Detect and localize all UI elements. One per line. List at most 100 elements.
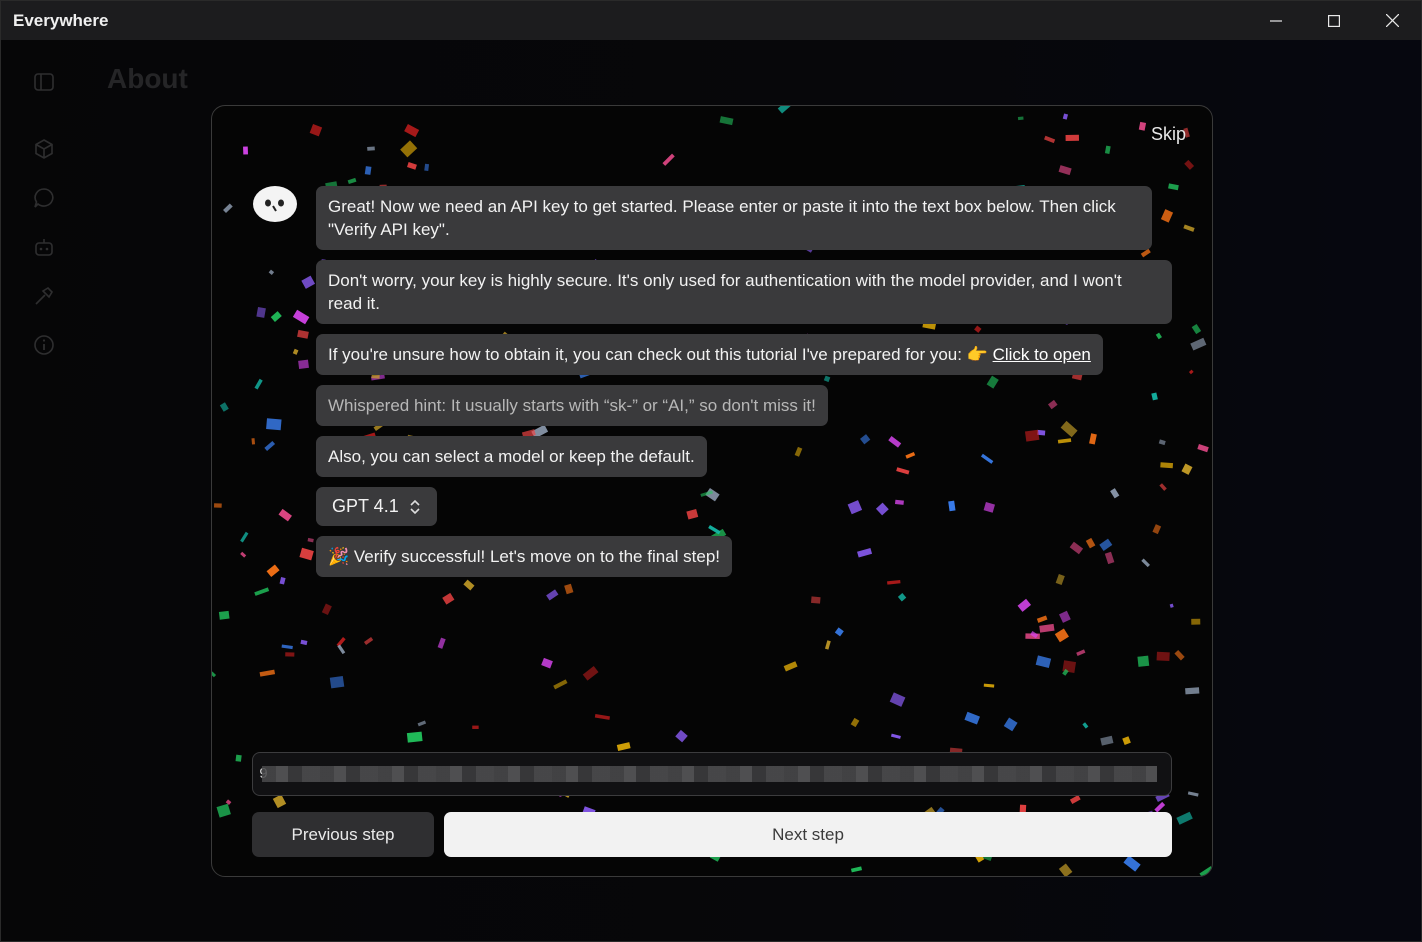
assistant-avatar bbox=[252, 184, 298, 224]
message-bubble: Also, you can select a model or keep the… bbox=[316, 436, 707, 477]
confetti-piece bbox=[783, 661, 798, 672]
confetti-piece bbox=[292, 348, 299, 355]
confetti-piece bbox=[810, 596, 821, 604]
minimize-button[interactable] bbox=[1247, 1, 1305, 40]
confetti-piece bbox=[298, 359, 309, 369]
maximize-icon bbox=[1328, 14, 1340, 27]
confetti-piece bbox=[256, 306, 266, 318]
confetti-piece bbox=[889, 692, 906, 707]
confetti-piece bbox=[472, 725, 479, 729]
confetti-piece bbox=[307, 537, 314, 543]
model-selector[interactable]: GPT 4.1 bbox=[316, 487, 437, 526]
confetti-piece bbox=[1187, 791, 1199, 797]
party-popper-icon: 🎉 bbox=[328, 547, 350, 566]
confetti-piece bbox=[363, 636, 374, 645]
confetti-piece bbox=[254, 378, 263, 390]
app-title: Everywhere bbox=[13, 10, 109, 30]
confetti-piece bbox=[243, 146, 249, 155]
confetti-piece bbox=[1058, 165, 1072, 176]
window-controls bbox=[1247, 1, 1421, 40]
confetti-piece bbox=[442, 592, 455, 605]
api-key-input[interactable]: 9 bbox=[252, 752, 1172, 796]
confetti-piece bbox=[218, 610, 230, 620]
next-step-button[interactable]: Next step bbox=[444, 812, 1172, 857]
minimize-icon bbox=[1270, 19, 1282, 22]
confetti-piece bbox=[1036, 615, 1048, 623]
model-selected-value: GPT 4.1 bbox=[332, 496, 399, 516]
confetti-piece bbox=[240, 531, 249, 543]
message-text: Great! Now we need an API key to get sta… bbox=[328, 197, 1116, 239]
chevron-up-down-icon bbox=[410, 499, 420, 514]
confetti-piece bbox=[240, 551, 247, 558]
message-list: Great! Now we need an API key to get sta… bbox=[316, 186, 1176, 587]
confetti-piece bbox=[278, 508, 292, 522]
confetti-piece bbox=[235, 754, 242, 762]
confetti-piece bbox=[850, 717, 860, 728]
confetti-piece bbox=[270, 311, 282, 322]
confetti-piece bbox=[266, 564, 280, 578]
confetti-piece bbox=[404, 124, 420, 138]
confetti-piece bbox=[1062, 113, 1069, 120]
confetti-piece bbox=[594, 714, 610, 720]
confetti-piece bbox=[546, 589, 559, 601]
confetti-piece bbox=[541, 657, 553, 669]
confetti-piece bbox=[890, 733, 901, 739]
confetti-piece bbox=[254, 587, 270, 596]
message-text: Don't worry, your key is highly secure. … bbox=[328, 271, 1122, 313]
confetti-piece bbox=[1003, 717, 1018, 732]
confetti-piece bbox=[1025, 633, 1040, 640]
confetti-piece bbox=[417, 720, 427, 727]
confetti-piece bbox=[719, 116, 734, 126]
confetti-piece bbox=[1138, 121, 1147, 131]
confetti-piece bbox=[964, 711, 980, 725]
confetti-piece bbox=[213, 503, 222, 508]
confetti-piece bbox=[1062, 668, 1069, 676]
confetti-piece bbox=[266, 418, 282, 431]
confetti-piece bbox=[336, 637, 346, 647]
confetti-piece bbox=[897, 593, 907, 602]
confetti-piece bbox=[212, 671, 217, 678]
confetti-piece bbox=[367, 146, 375, 151]
confetti-piece bbox=[300, 639, 308, 646]
confetti-piece bbox=[1123, 855, 1141, 872]
confetti-piece bbox=[285, 652, 295, 657]
confetti-piece bbox=[1122, 736, 1131, 745]
confetti-piece bbox=[1188, 369, 1194, 375]
skip-button[interactable]: Skip bbox=[1151, 124, 1186, 145]
maximize-button[interactable] bbox=[1305, 1, 1363, 40]
confetti-piece bbox=[406, 731, 423, 743]
confetti-piece bbox=[1017, 598, 1032, 612]
confetti-piece bbox=[1069, 795, 1081, 804]
previous-step-button[interactable]: Previous step bbox=[252, 812, 434, 857]
confetti-piece bbox=[1176, 811, 1193, 825]
confetti-piece bbox=[301, 275, 316, 289]
confetti-piece bbox=[1181, 463, 1193, 475]
confetti-piece bbox=[1058, 863, 1073, 876]
confetti-piece bbox=[219, 402, 229, 412]
confetti-piece bbox=[1076, 649, 1086, 656]
confetti-piece bbox=[424, 163, 430, 172]
confetti-piece bbox=[1039, 623, 1055, 633]
confetti-piece bbox=[834, 627, 844, 637]
close-button[interactable] bbox=[1363, 1, 1421, 40]
confetti-piece bbox=[309, 124, 323, 137]
tutorial-link[interactable]: Click to open bbox=[993, 345, 1091, 364]
confetti-piece bbox=[259, 669, 276, 677]
onboarding-dialog: Skip Great! Now we need an API key to ge… bbox=[211, 105, 1213, 877]
confetti-piece bbox=[292, 309, 310, 325]
confetti-piece bbox=[983, 683, 995, 688]
confetti-piece bbox=[272, 794, 287, 809]
confetti-piece bbox=[329, 675, 345, 689]
title-bar: Everywhere bbox=[1, 1, 1421, 40]
confetti-piece bbox=[251, 438, 256, 445]
confetti-piece bbox=[616, 742, 631, 751]
confetti-piece bbox=[1100, 735, 1114, 746]
confetti-piece bbox=[1065, 134, 1080, 141]
confetti-piece bbox=[281, 644, 293, 650]
confetti-piece bbox=[279, 577, 286, 585]
confetti-piece bbox=[1156, 651, 1170, 662]
confetti-piece bbox=[223, 203, 233, 214]
confetti-piece bbox=[1184, 159, 1195, 170]
confetti-piece bbox=[1062, 660, 1077, 673]
confetti-piece bbox=[437, 637, 446, 649]
